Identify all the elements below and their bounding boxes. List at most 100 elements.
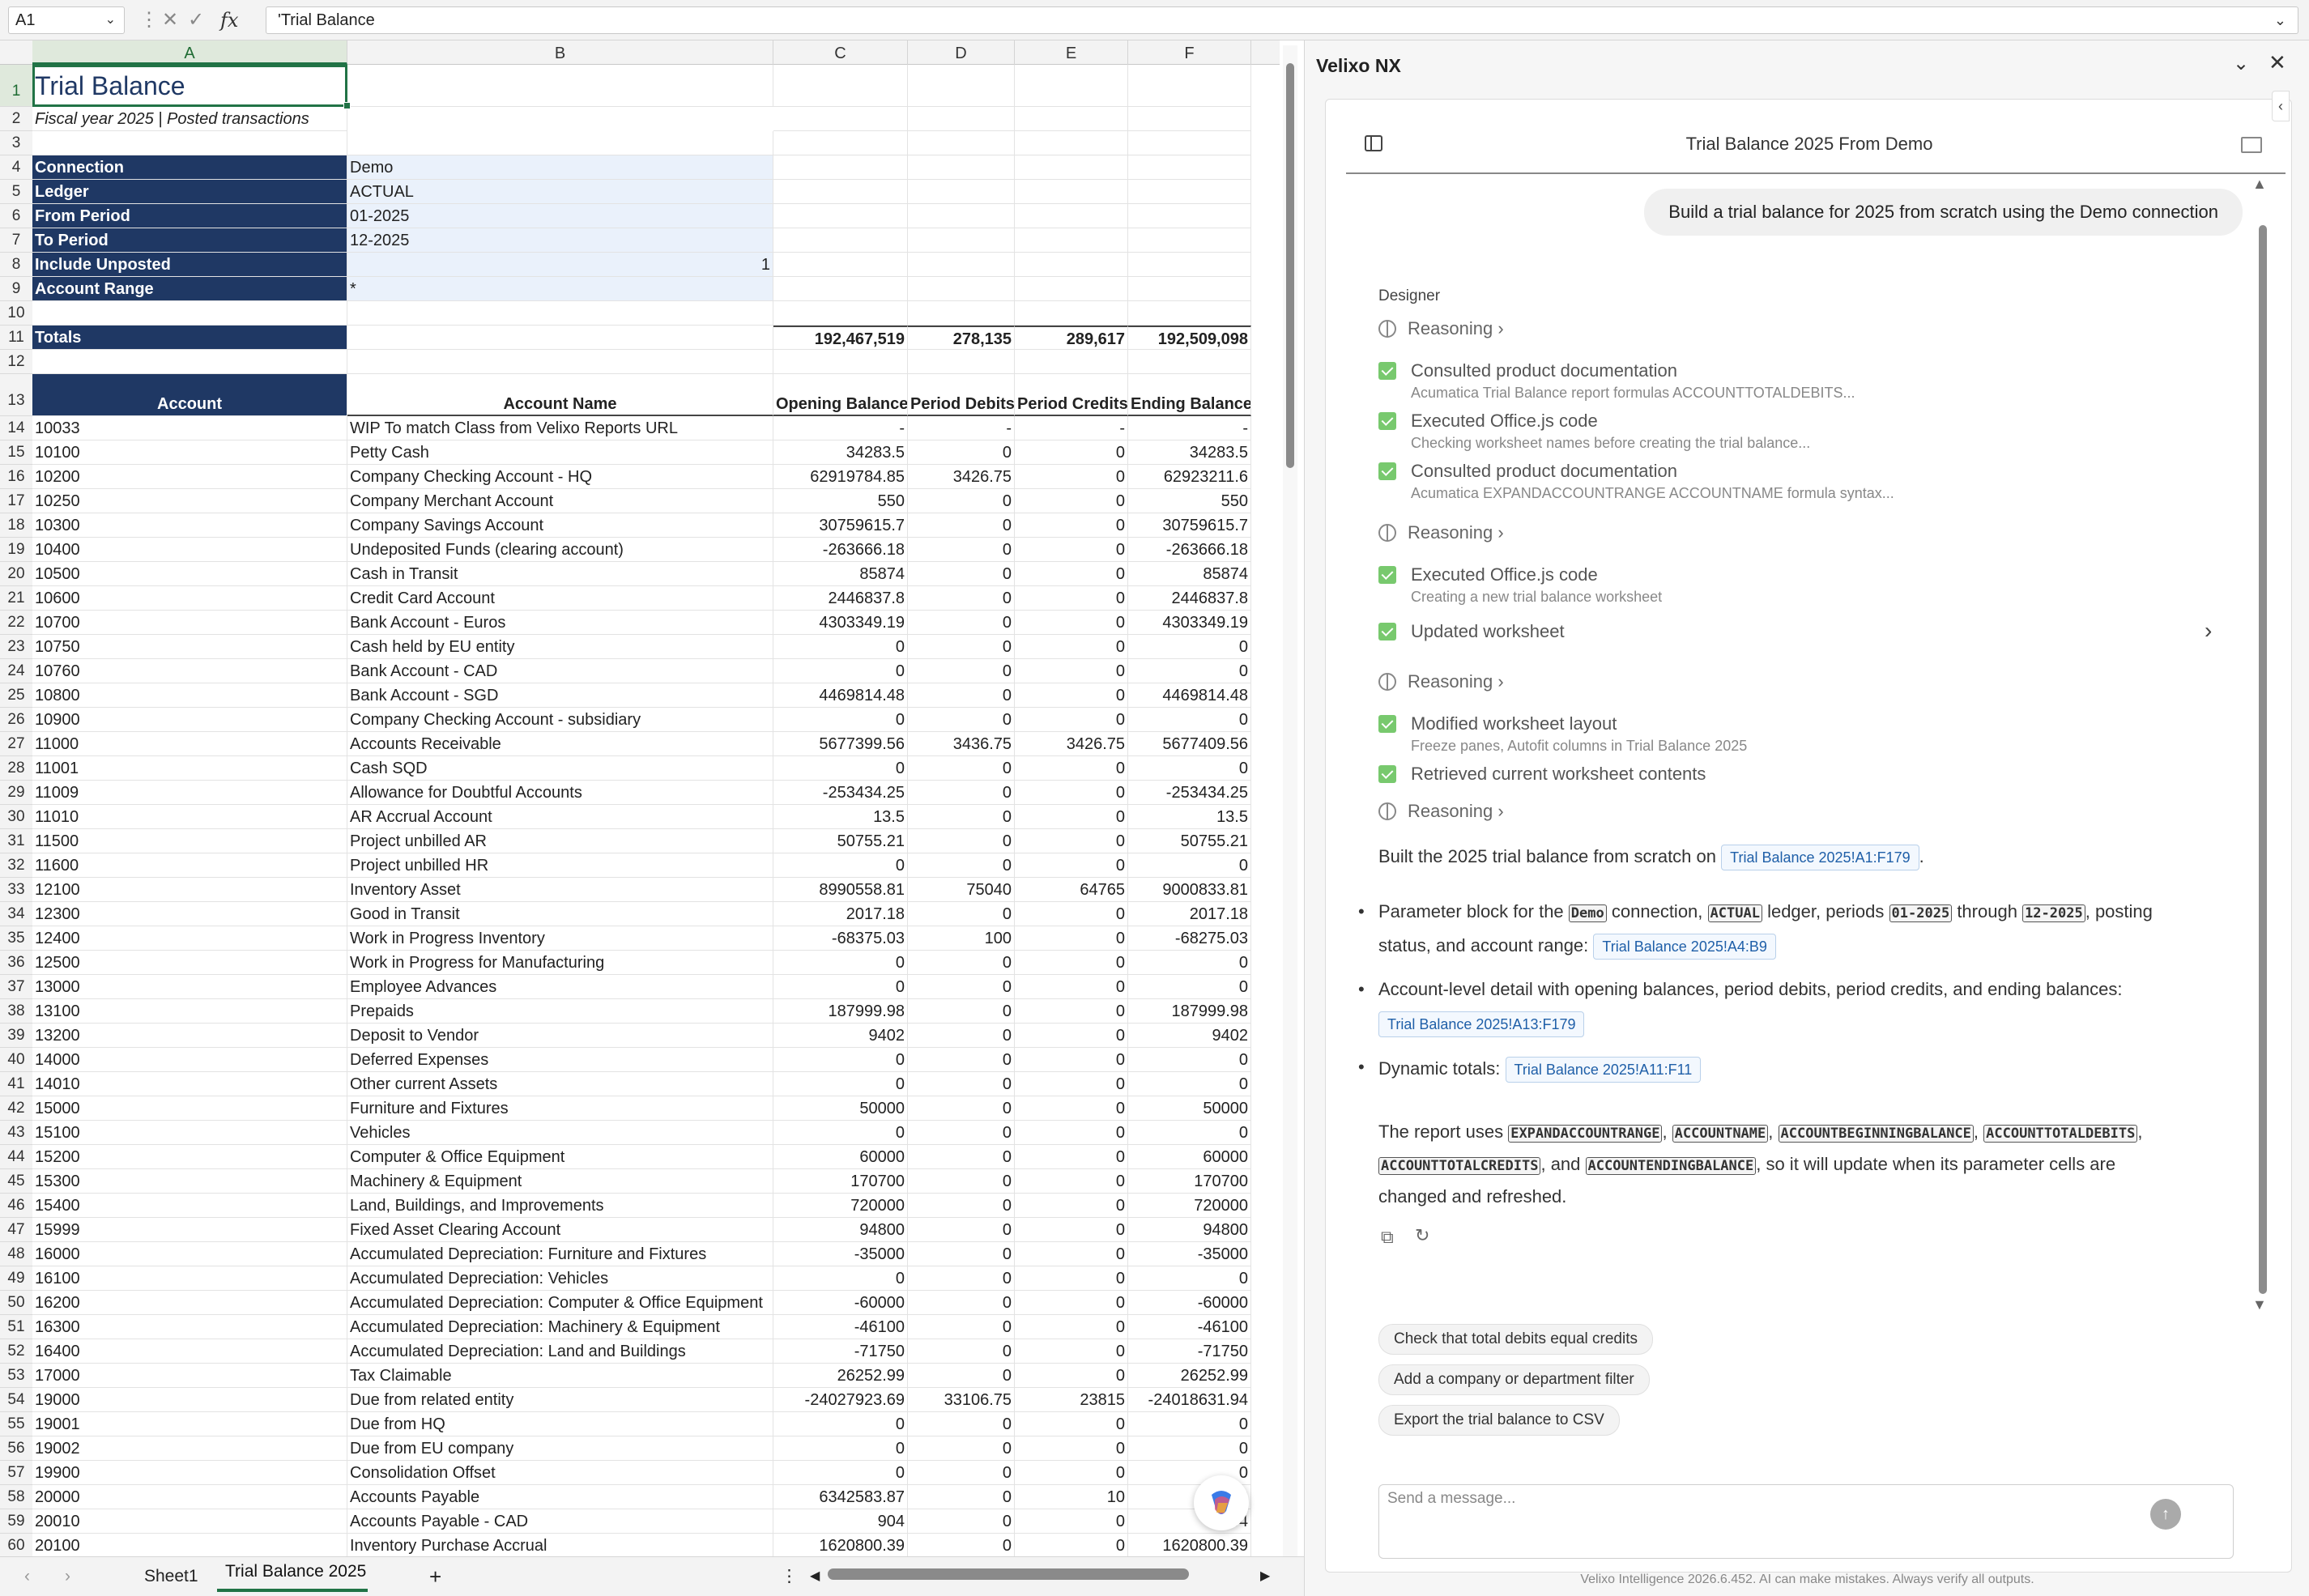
opening-balance[interactable]: 0 [773,853,908,878]
opening-balance[interactable]: 2446837.8 [773,586,908,611]
cell[interactable] [1128,131,1251,155]
period-credits[interactable]: 0 [1015,513,1128,538]
ending-balance[interactable]: 720000 [1128,1194,1251,1218]
ending-balance[interactable]: 62923211.6 [1128,465,1251,489]
ending-balance[interactable]: 0 [1128,1266,1251,1291]
cell[interactable] [347,131,773,155]
period-debits[interactable]: 0 [908,538,1015,562]
column-header[interactable]: B [347,40,773,65]
account-number[interactable]: 16300 [32,1315,347,1339]
formula-input[interactable]: 'Trial Balance ⌄ [266,6,2298,34]
reasoning-toggle[interactable]: Reasoning › [1378,801,1504,822]
cell[interactable] [1015,253,1128,277]
ending-balance[interactable]: 1620800.39 [1128,1534,1251,1556]
tab-next-button[interactable]: › [65,1557,70,1596]
cell[interactable] [773,350,908,374]
enter-icon[interactable]: ✓ [188,6,204,34]
row-header[interactable]: 7 [0,228,32,253]
ending-balance[interactable]: 2446837.8 [1128,586,1251,611]
account-number[interactable]: 10900 [32,708,347,732]
account-name[interactable]: Inventory Purchase Accrual [347,1534,773,1556]
row-header[interactable]: 57 [0,1461,32,1485]
cell[interactable] [773,277,908,301]
period-debits[interactable]: 33106.75 [908,1388,1015,1412]
ending-balance[interactable]: 2017.18 [1128,902,1251,926]
ending-balance[interactable]: 0 [1128,1436,1251,1461]
cell[interactable] [1128,65,1251,107]
row-header[interactable]: 2 [0,107,32,131]
ending-balance[interactable]: -71750 [1128,1339,1251,1364]
account-number[interactable]: 15100 [32,1121,347,1145]
period-credits[interactable]: 0 [1015,1509,1128,1534]
range-link[interactable]: Trial Balance 2025!A13:F179 [1378,1011,1585,1037]
row-header[interactable]: 59 [0,1509,32,1534]
param-label[interactable]: To Period [32,228,347,253]
opening-balance[interactable]: -60000 [773,1291,908,1315]
row-header[interactable]: 41 [0,1072,32,1096]
param-label[interactable]: Connection [32,155,347,180]
cell[interactable] [347,65,773,107]
period-credits[interactable]: 0 [1015,853,1128,878]
row-header[interactable]: 51 [0,1315,32,1339]
column-title[interactable]: Account Name [347,374,773,416]
row-header[interactable]: 34 [0,902,32,926]
param-value[interactable]: 01-2025 [347,204,773,228]
account-number[interactable]: 16200 [32,1291,347,1315]
ending-balance[interactable]: 13.5 [1128,805,1251,829]
account-number[interactable]: 10760 [32,659,347,683]
account-name[interactable]: Accumulated Depreciation: Land and Build… [347,1339,773,1364]
row-header[interactable]: 22 [0,611,32,635]
period-credits[interactable]: 0 [1015,781,1128,805]
period-debits[interactable]: 3436.75 [908,732,1015,756]
period-debits[interactable]: 0 [908,1412,1015,1436]
opening-balance[interactable]: 0 [773,659,908,683]
period-credits[interactable]: 0 [1015,902,1128,926]
cell[interactable] [1128,301,1251,326]
ending-balance[interactable]: 34283.5 [1128,440,1251,465]
account-number[interactable]: 10600 [32,586,347,611]
opening-balance[interactable]: 0 [773,951,908,975]
opening-balance[interactable]: -68375.03 [773,926,908,951]
column-title[interactable]: Account [32,374,347,416]
period-debits[interactable]: 0 [908,1509,1015,1534]
scroll-up-icon[interactable]: ▲ [2252,176,2267,193]
period-debits[interactable]: - [908,416,1015,440]
period-debits[interactable]: 0 [908,562,1015,586]
row-header[interactable]: 44 [0,1145,32,1169]
account-name[interactable]: Deferred Expenses [347,1048,773,1072]
account-name[interactable]: Accounts Payable - CAD [347,1509,773,1534]
cell[interactable] [908,253,1015,277]
account-number[interactable]: 11600 [32,853,347,878]
row-header[interactable]: 49 [0,1266,32,1291]
period-debits[interactable]: 0 [908,1194,1015,1218]
period-debits[interactable]: 0 [908,1534,1015,1556]
column-title[interactable]: Opening Balance [773,374,908,416]
account-name[interactable]: Accounts Payable [347,1485,773,1509]
row-header[interactable]: 12 [0,350,32,374]
ending-balance[interactable]: 0 [1128,708,1251,732]
account-number[interactable]: 10500 [32,562,347,586]
account-number[interactable]: 20010 [32,1509,347,1534]
total-value[interactable]: 289,617 [1015,326,1128,350]
param-label[interactable]: Account Range [32,277,347,301]
spreadsheet-grid[interactable]: ABCDEF 1 2 3 4 5 6 7 8 9 10 11 12 13 14 15 16 17 18 19 20 21… [0,40,1288,1556]
param-value[interactable]: ACTUAL [347,180,773,204]
cell[interactable] [1015,228,1128,253]
account-number[interactable]: 15000 [32,1096,347,1121]
account-number[interactable]: 11010 [32,805,347,829]
period-credits[interactable]: 0 [1015,659,1128,683]
account-name[interactable]: Fixed Asset Clearing Account [347,1218,773,1242]
period-debits[interactable]: 0 [908,1024,1015,1048]
row-header[interactable]: 21 [0,586,32,611]
cell[interactable] [1015,107,1128,131]
opening-balance[interactable]: 170700 [773,1169,908,1194]
cell[interactable] [1015,155,1128,180]
opening-balance[interactable]: 50000 [773,1096,908,1121]
param-value[interactable]: 1 [347,253,773,277]
account-name[interactable]: Company Merchant Account [347,489,773,513]
ending-balance[interactable]: 60000 [1128,1145,1251,1169]
tab-menu-icon[interactable]: ⋮ [781,1557,798,1596]
period-debits[interactable]: 0 [908,513,1015,538]
cell[interactable] [908,107,1015,131]
period-debits[interactable]: 0 [908,683,1015,708]
